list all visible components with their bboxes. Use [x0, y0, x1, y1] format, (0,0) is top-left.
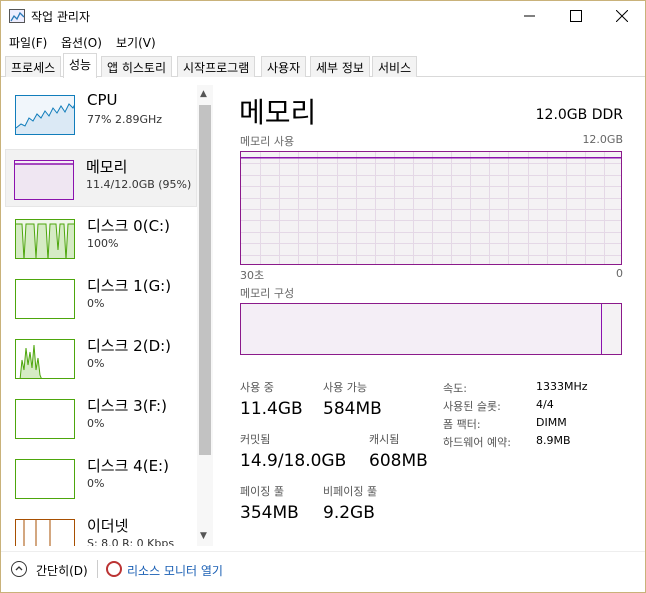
close-button[interactable] [599, 1, 645, 31]
maximize-button[interactable] [553, 1, 599, 31]
task-manager-window: 작업 관리자 파일(F) 옵션(O) 보기(V) 프로세스 성능 앱 히스토리 … [0, 0, 646, 593]
sidebar-item-disk-0[interactable]: 디스크 0(C:) 100% [7, 209, 197, 267]
sidebar-item-value: 0% [87, 297, 105, 310]
sidebar-item-label: 이더넷 [87, 517, 129, 535]
sidebar-item-disk-3[interactable]: 디스크 3(F:) 0% [7, 389, 197, 447]
sidebar-item-label: 메모리 [86, 158, 128, 176]
memory-spec: 12.0GB DDR [535, 107, 623, 123]
slots-label: 사용된 슬롯: [443, 400, 501, 413]
available-value: 584MB [323, 399, 382, 419]
sidebar-item-value: 0% [87, 357, 105, 370]
cached-value: 608MB [369, 451, 428, 471]
disk-4-thumbnail-graph [15, 459, 75, 499]
title-bar[interactable]: 작업 관리자 [1, 1, 645, 31]
slots-value: 4/4 [536, 398, 554, 411]
usage-graph-max: 12.0GB [582, 133, 623, 146]
sidebar-item-label: 디스크 3(F:) [87, 397, 167, 415]
tab-services[interactable]: 서비스 [372, 56, 418, 77]
memory-usage-graph [240, 151, 622, 265]
memory-composition-bar [240, 303, 622, 355]
tab-strip: 프로세스 성능 앱 히스토리 시작프로그램 사용자 세부 정보 서비스 [1, 53, 645, 78]
scrollbar-thumb[interactable] [199, 105, 211, 455]
sidebar-item-value: 77% 2.89GHz [87, 113, 163, 126]
tab-app-history[interactable]: 앱 히스토리 [101, 56, 173, 77]
sidebar-item-memory[interactable]: 메모리 11.4/12.0GB (95%) [5, 149, 197, 207]
sidebar-item-label: 디스크 4(E:) [87, 457, 169, 475]
footer-bar: 간단히(D) 리소스 모니터 열기 [1, 551, 645, 587]
window-title: 작업 관리자 [31, 10, 91, 24]
disk-0-thumbnail-graph [15, 219, 75, 259]
sidebar-item-disk-1[interactable]: 디스크 1(G:) 0% [7, 269, 197, 327]
scroll-down-arrow-icon[interactable]: ▼ [200, 531, 207, 541]
sidebar-item-disk-4[interactable]: 디스크 4(E:) 0% [7, 449, 197, 507]
in-use-label: 사용 중 [240, 381, 274, 394]
composition-in-use-segment [241, 304, 602, 354]
usage-graph-label: 메모리 사용 [240, 135, 295, 148]
speed-label: 속도: [443, 382, 467, 395]
sidebar-item-value: 11.4/12.0GB (95%) [86, 178, 192, 191]
sidebar-item-value: S: 8.0 R: 0 Kbps [87, 537, 175, 546]
sidebar-item-ethernet[interactable]: 이더넷 S: 8.0 R: 0 Kbps [7, 509, 197, 546]
sidebar-scrollbar[interactable]: ▲ ▼ [197, 85, 213, 546]
form-factor-value: DIMM [536, 416, 567, 429]
paged-pool-label: 페이징 풀 [240, 485, 284, 498]
sidebar-item-value: 0% [87, 417, 105, 430]
committed-label: 커밋됨 [240, 433, 271, 446]
time-axis-start: 30초 [240, 269, 265, 282]
sidebar-item-label: 디스크 0(C:) [87, 217, 170, 235]
task-manager-app-icon [9, 9, 25, 23]
menu-options[interactable]: 옵션(O) [61, 34, 102, 51]
page-title: 메모리 [239, 96, 317, 129]
time-axis-end: 0 [616, 267, 623, 280]
composition-label: 메모리 구성 [240, 287, 295, 300]
disk-1-thumbnail-graph [15, 279, 75, 319]
sidebar-item-label: CPU [87, 91, 118, 109]
memory-thumbnail-graph [14, 160, 74, 200]
ethernet-thumbnail-graph [15, 519, 75, 546]
resource-monitor-icon[interactable] [106, 561, 122, 577]
in-use-value: 11.4GB [240, 399, 303, 419]
committed-value: 14.9/18.0GB [240, 451, 347, 471]
menu-bar: 파일(F) 옵션(O) 보기(V) [1, 31, 645, 53]
available-label: 사용 가능 [323, 381, 367, 394]
sidebar-item-value: 100% [87, 237, 119, 250]
tab-users[interactable]: 사용자 [261, 56, 307, 77]
cpu-thumbnail-graph [15, 95, 75, 135]
fewer-details-chevron-icon[interactable] [11, 561, 27, 577]
tab-startup[interactable]: 시작프로그램 [177, 56, 256, 77]
menu-view[interactable]: 보기(V) [116, 34, 156, 51]
form-factor-label: 폼 팩터: [443, 418, 481, 431]
disk-2-thumbnail-graph [15, 339, 75, 379]
hardware-reserved-label: 하드웨어 예약: [443, 436, 511, 449]
tab-details[interactable]: 세부 정보 [310, 56, 370, 77]
fewer-details-button[interactable]: 간단히(D) [36, 562, 88, 579]
tab-performance[interactable]: 성능 [63, 53, 98, 78]
menu-file[interactable]: 파일(F) [9, 34, 47, 51]
paged-pool-value: 354MB [240, 503, 299, 523]
cached-label: 캐시됨 [369, 433, 400, 446]
sidebar-item-label: 디스크 2(D:) [87, 337, 172, 355]
nonpaged-pool-value: 9.2GB [323, 503, 375, 523]
sidebar-item-disk-2[interactable]: 디스크 2(D:) 0% [7, 329, 197, 387]
footer-divider [97, 560, 98, 578]
hardware-reserved-value: 8.9MB [536, 434, 571, 447]
sidebar-item-cpu[interactable]: CPU 77% 2.89GHz [7, 85, 197, 143]
sidebar-item-label: 디스크 1(G:) [87, 277, 172, 295]
disk-3-thumbnail-graph [15, 399, 75, 439]
memory-detail-panel: 메모리 12.0GB DDR 메모리 사용 12.0GB 30초 0 메모리 구… [223, 81, 645, 546]
minimize-button[interactable] [507, 1, 553, 31]
resource-list: CPU 77% 2.89GHz 메모리 11.4/12.0GB (95%) 디스… [1, 81, 215, 546]
memory-usage-chart [241, 152, 621, 264]
sidebar-item-value: 0% [87, 477, 105, 490]
scroll-up-arrow-icon[interactable]: ▲ [200, 89, 207, 99]
open-resource-monitor-link[interactable]: 리소스 모니터 열기 [127, 562, 223, 579]
nonpaged-pool-label: 비페이징 풀 [323, 485, 378, 498]
tab-processes[interactable]: 프로세스 [5, 56, 62, 77]
speed-value: 1333MHz [536, 380, 588, 393]
